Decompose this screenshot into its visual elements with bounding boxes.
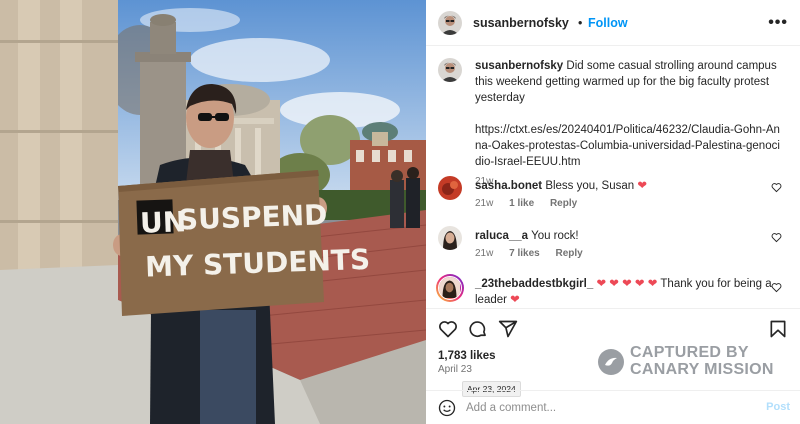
sign-text-line1: SUSPEND <box>177 198 327 236</box>
author-username[interactable]: susanbernofsky <box>473 16 569 30</box>
author-avatar[interactable] <box>438 11 462 35</box>
comment-heart-icon[interactable] <box>771 182 782 193</box>
heart-emojis: ❤ ❤ ❤ ❤ ❤ <box>596 278 658 290</box>
comment-meta: 21w 7 likes Reply <box>475 246 781 262</box>
comment-input[interactable] <box>466 399 746 417</box>
comment-username[interactable]: sasha.bonet <box>475 180 542 192</box>
likes-count[interactable]: 1,783 likes <box>438 350 496 362</box>
comment-heart-icon[interactable] <box>771 232 782 243</box>
comment-likes[interactable]: 7 likes <box>509 248 540 259</box>
heart-icon[interactable] <box>438 319 458 339</box>
post-date[interactable]: April 23 <box>438 364 472 375</box>
reply-button[interactable]: Reply <box>556 248 583 259</box>
post-comment-button[interactable]: Post <box>766 401 790 413</box>
comment-text: Bless you, Susan <box>545 180 638 192</box>
caption-body: susanbernofsky Did some casual strolling… <box>475 58 781 190</box>
canary-mission-watermark: CAPTURED BY CANARY MISSION <box>598 344 798 378</box>
bookmark-icon[interactable] <box>768 319 788 339</box>
caption-link[interactable]: https://ctxt.es/es/20240401/Politica/462… <box>475 122 781 170</box>
comment-heart-icon[interactable] <box>771 282 782 293</box>
header-separator: • <box>578 16 583 30</box>
comment-likes[interactable]: 1 like <box>509 198 534 209</box>
avatar-image <box>438 176 462 200</box>
comment-body: sasha.bonet Bless you, Susan ❤ 21w 1 lik… <box>475 178 781 212</box>
comment-age: 21w <box>475 198 494 209</box>
comment-username[interactable]: _23thebaddestbkgirl_ <box>475 278 593 290</box>
heart-emoji: ❤ <box>510 294 520 306</box>
watermark-line2: CANARY MISSION <box>630 361 774 378</box>
follow-button[interactable]: Follow <box>588 16 628 30</box>
commenter-avatar[interactable] <box>438 226 462 250</box>
photo-illustration: UN SUSPEND MY STUDENTS <box>0 0 426 424</box>
avatar-image <box>439 277 460 298</box>
reply-button[interactable]: Reply <box>550 198 577 209</box>
caption-username[interactable]: susanbernofsky <box>475 60 563 72</box>
comment-text: You rock! <box>531 230 579 242</box>
heart-emoji: ❤ <box>637 180 648 192</box>
post-sidebar: susanbernofsky • Follow ••• susanbernofs… <box>426 0 800 424</box>
caption-text-block: susanbernofsky Did some casual strolling… <box>475 58 781 106</box>
comment-body: _23thebaddestbkgirl_ ❤ ❤ ❤ ❤ ❤ Thank you… <box>475 276 781 308</box>
post-header: susanbernofsky • Follow ••• <box>426 0 800 46</box>
comment-icon[interactable] <box>468 319 488 339</box>
comment-meta: 21w 1 like Reply <box>475 196 781 212</box>
commenter-avatar[interactable] <box>436 274 464 302</box>
comment-username[interactable]: raluca__a <box>475 230 528 242</box>
comment-bar: Post <box>426 390 800 424</box>
comments-list[interactable]: susanbernofsky Did some casual strolling… <box>426 46 800 308</box>
more-options-icon[interactable]: ••• <box>768 14 788 32</box>
comment-age: 21w <box>475 248 494 259</box>
watermark-line1: CAPTURED BY <box>630 344 749 361</box>
avatar-image <box>438 58 462 82</box>
post-photo: UN SUSPEND MY STUDENTS <box>0 0 426 424</box>
emoji-icon[interactable] <box>438 399 456 417</box>
avatar-image <box>438 226 462 250</box>
avatar-image <box>438 11 462 35</box>
commenter-avatar[interactable] <box>438 176 462 200</box>
canary-logo-icon <box>598 349 624 375</box>
send-icon[interactable] <box>498 319 518 339</box>
caption-avatar[interactable] <box>438 58 462 82</box>
comment-body: raluca__a You rock! 21w 7 likes Reply <box>475 228 781 262</box>
post-actions <box>426 308 800 348</box>
